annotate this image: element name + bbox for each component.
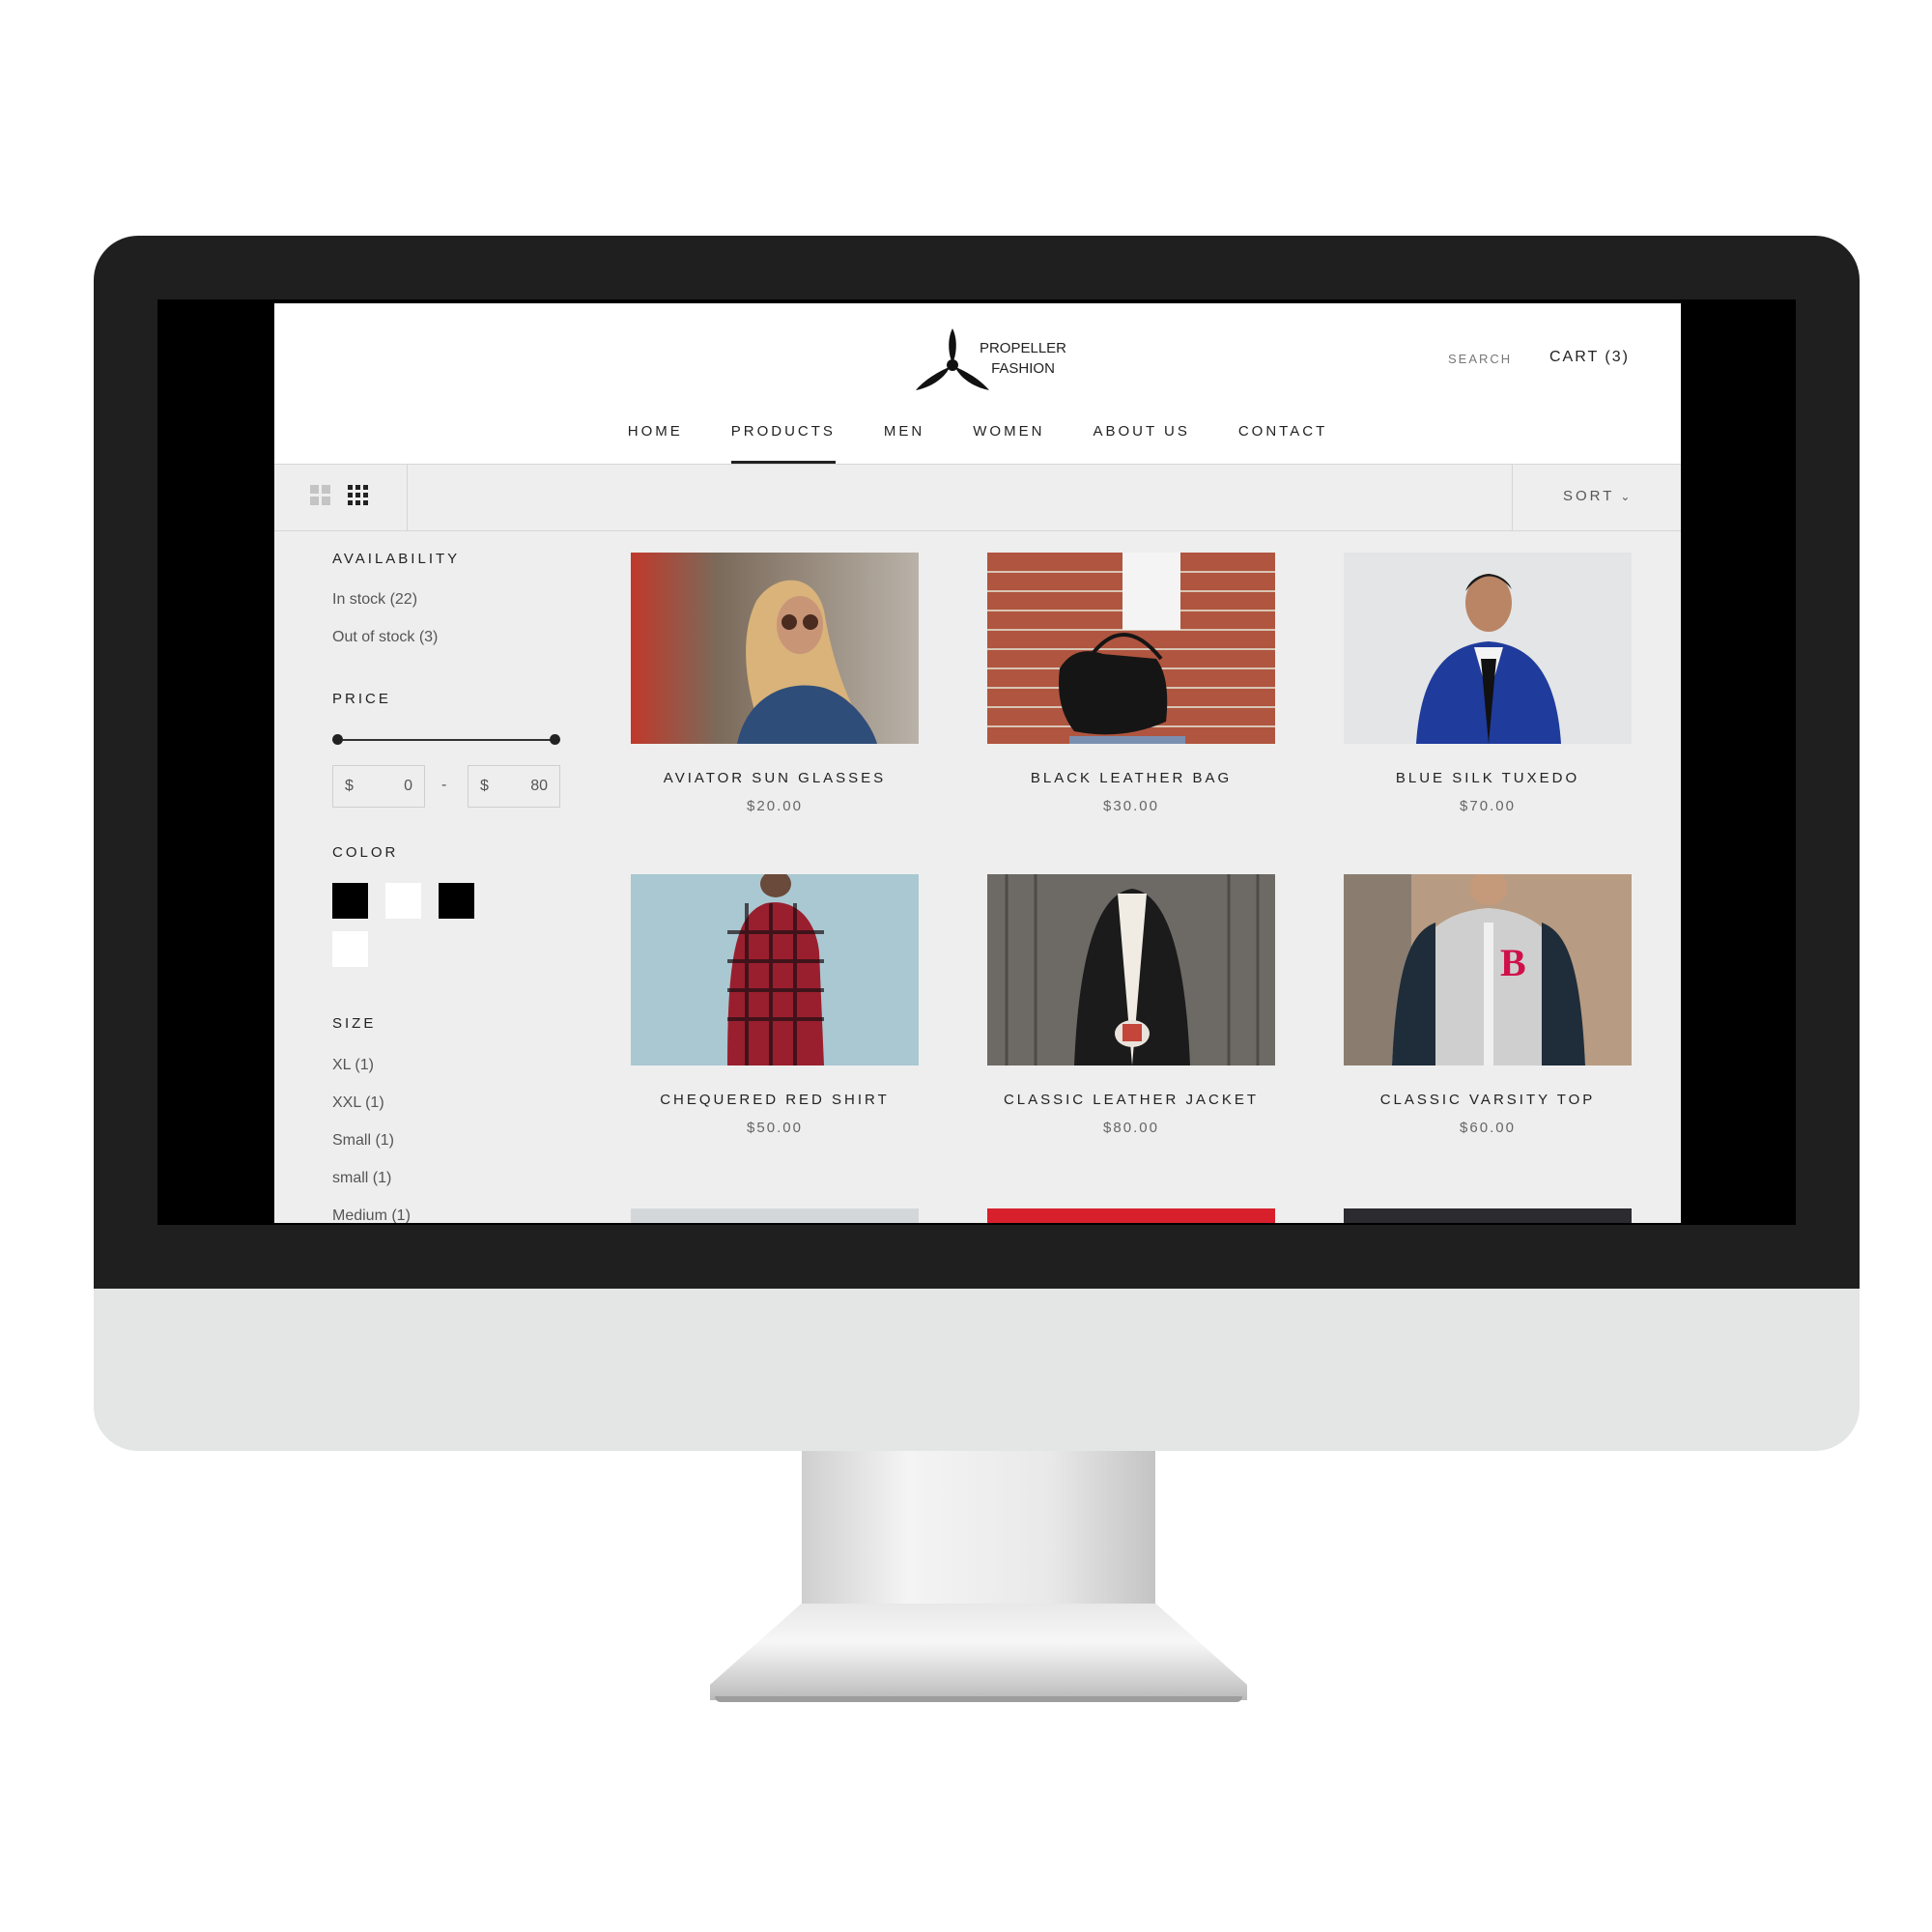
product-price: $30.00 [1103,798,1159,814]
sort-label: SORT [1563,488,1615,504]
color-swatch-white[interactable] [385,883,421,919]
product-price: $70.00 [1460,798,1516,814]
product-image[interactable] [631,874,919,1065]
color-filter: COLOR SIZE XL (1) XXL (1) Small (1) smal… [332,303,564,1223]
product-price: $80.00 [1103,1120,1159,1136]
nav-contact[interactable]: CONTACT [1214,420,1351,464]
monitor-stand-base [710,1604,1247,1700]
color-swatch-black[interactable] [439,883,474,919]
color-title: COLOR [332,844,399,861]
chevron-down-icon: ⌄ [1620,490,1634,503]
filter-size-xl[interactable]: XL (1) [332,1057,374,1074]
filter-size-small[interactable]: Small (1) [332,1132,394,1150]
grid-2-view-icon[interactable] [309,484,332,507]
brand-name-line2: FASHION [991,360,1055,377]
product-name[interactable]: CHEQUERED RED SHIRT [631,1092,919,1108]
storefront-page: PROPELLER FASHION SEARCH CART (3) HOME P… [274,303,1681,1223]
product-price: $50.00 [747,1120,803,1136]
product-image[interactable] [1344,553,1632,744]
search-link[interactable]: SEARCH [1448,352,1512,366]
size-title: SIZE [332,1015,377,1032]
toolbar-divider [1512,465,1513,530]
product-name[interactable]: BLUE SILK TUXEDO [1344,770,1632,786]
product-price: $20.00 [747,798,803,814]
product-image[interactable] [987,874,1275,1065]
brand-name-line1: PROPELLER [979,340,1067,356]
nav-men[interactable]: MEN [860,420,949,464]
product-image[interactable] [987,553,1275,744]
nav-women[interactable]: WOMEN [949,420,1068,464]
brand-logo[interactable]: PROPELLER FASHION [914,327,1068,394]
color-swatch-white[interactable] [332,931,368,967]
product-image[interactable] [631,553,919,744]
nav-home[interactable]: HOME [604,420,707,464]
nav-about-us[interactable]: ABOUT US [1068,420,1213,464]
product-image[interactable]: B [1344,874,1632,1065]
product-image-partial[interactable] [1344,1208,1632,1223]
product-image-partial[interactable] [987,1208,1275,1223]
sort-dropdown[interactable]: SORT ⌄ [1563,488,1633,504]
product-price: $60.00 [1460,1120,1516,1136]
filter-size-medium[interactable]: Medium (1) [332,1208,411,1223]
product-name[interactable]: AVIATOR SUN GLASSES [631,770,919,786]
product-name[interactable]: CLASSIC LEATHER JACKET [987,1092,1275,1108]
product-name[interactable]: CLASSIC VARSITY TOP [1344,1092,1632,1108]
product-image-partial[interactable] [631,1208,919,1223]
color-swatch-black[interactable] [332,883,368,919]
cart-link[interactable]: CART (3) [1549,349,1630,366]
filter-size-xxl[interactable]: XXL (1) [332,1094,384,1112]
monitor-stand-shadow [715,1696,1242,1702]
svg-text:B: B [1500,941,1526,984]
nav-products[interactable]: PRODUCTS [707,420,860,464]
brand-name: PROPELLER FASHION [970,338,1076,379]
product-name[interactable]: BLACK LEATHER BAG [987,770,1275,786]
filter-size-small-lower[interactable]: small (1) [332,1170,391,1187]
monitor-chin [94,1289,1860,1451]
